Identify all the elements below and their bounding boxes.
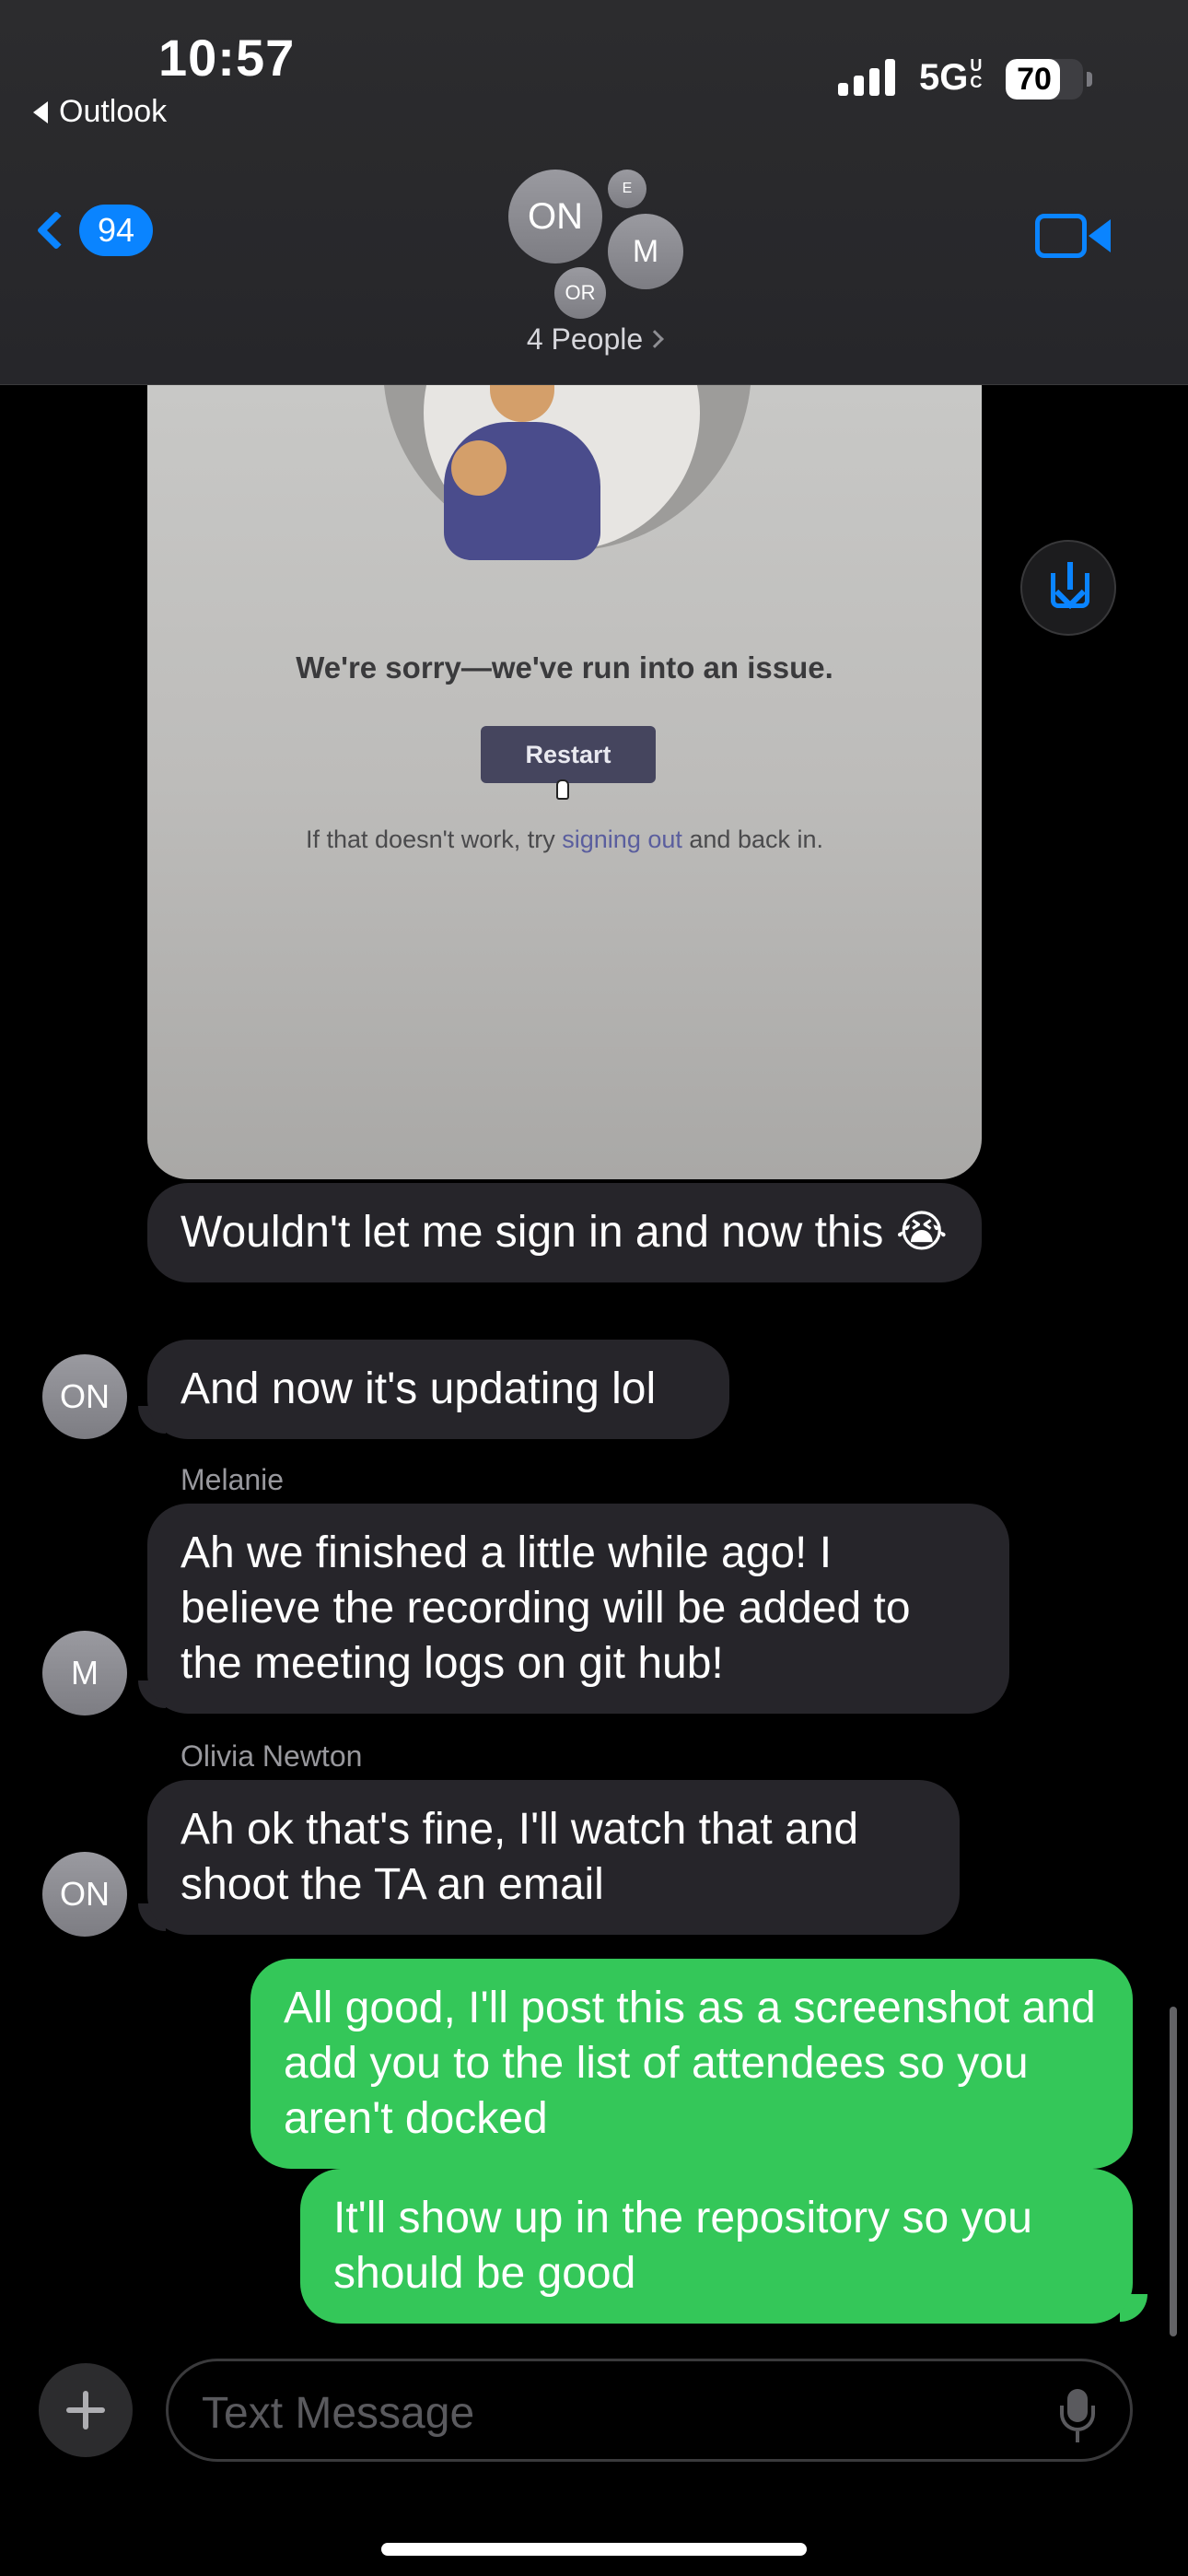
image-headline: We're sorry—we've run into an issue. <box>296 650 833 685</box>
mouse-cursor-icon <box>556 779 569 800</box>
group-details-link[interactable]: 4 People <box>0 322 1188 357</box>
group-avatar-e[interactable]: E <box>608 170 646 208</box>
cellular-signal-icon <box>838 59 895 96</box>
chevron-left-icon <box>36 210 76 251</box>
sender-name: Olivia Newton <box>181 1739 363 1773</box>
group-avatar-m[interactable]: M <box>608 214 683 289</box>
message-avatar[interactable]: M <box>42 1631 127 1715</box>
message-avatar[interactable]: ON <box>42 1852 127 1937</box>
sender-name: Melanie <box>181 1463 285 1496</box>
save-image-button[interactable] <box>1020 540 1116 636</box>
back-button[interactable]: 94 <box>36 205 153 256</box>
back-app-label: Outlook <box>59 94 168 129</box>
conversation-header: 10:57 Outlook 5G UC 70 94 ON E M OR 4 Pe… <box>0 0 1188 385</box>
image-attachment[interactable]: We're sorry—we've run into an issue. Res… <box>147 385 982 1179</box>
message-bubble-incoming[interactable]: And now it's updating lol <box>147 1340 729 1439</box>
message-avatar[interactable]: ON <box>42 1354 127 1439</box>
message-bubble-outgoing[interactable]: All good, I'll post this as a screenshot… <box>250 1959 1133 2169</box>
network-indicator: 5G UC <box>919 56 983 98</box>
unread-count-badge: 94 <box>79 205 153 256</box>
battery-tip <box>1087 72 1092 87</box>
microphone-icon[interactable] <box>1058 2389 1095 2442</box>
message-input[interactable] <box>202 2383 1012 2442</box>
group-avatar-on[interactable]: ON <box>508 170 602 263</box>
message-bubble-incoming[interactable]: Wouldn't let me sign in and now this 😭 <box>147 1183 982 1282</box>
back-to-app-link[interactable]: Outlook <box>33 94 167 130</box>
home-indicator[interactable] <box>381 2543 807 2556</box>
facetime-video-button[interactable] <box>1035 210 1112 262</box>
message-bubble-incoming[interactable]: Ah ok that's fine, I'll watch that and s… <box>147 1780 960 1935</box>
message-input-field[interactable] <box>166 2359 1133 2462</box>
scrollbar[interactable] <box>1170 2007 1177 2336</box>
chevron-right-icon <box>646 330 665 348</box>
battery-percent: 70 <box>1017 62 1052 97</box>
status-time: 10:57 <box>158 29 296 87</box>
image-restart-button: Restart <box>481 726 656 783</box>
add-attachment-button[interactable] <box>39 2363 133 2457</box>
people-count-label: 4 People <box>526 322 644 356</box>
battery-icon: 70 <box>1006 59 1083 100</box>
back-triangle-icon <box>33 100 48 123</box>
group-avatar-or[interactable]: OR <box>554 267 606 319</box>
image-hint: If that doesn't work, try signing out an… <box>306 825 823 853</box>
video-camera-icon <box>1035 214 1087 258</box>
message-bubble-incoming[interactable]: Ah we finished a little while ago! I bel… <box>147 1504 1009 1714</box>
message-bubble-outgoing[interactable]: It'll show up in the repository so you s… <box>300 2169 1133 2324</box>
